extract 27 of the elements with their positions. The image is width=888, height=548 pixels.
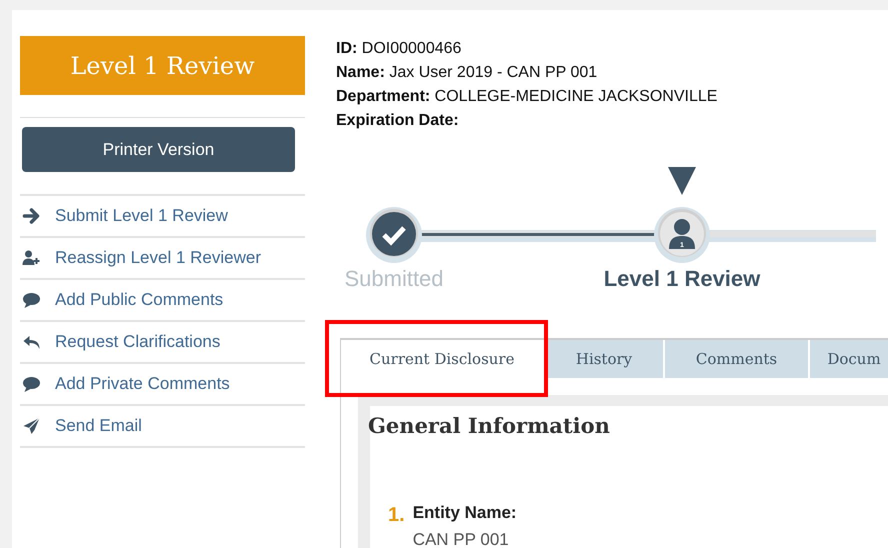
- detail-line: ID: DOI00000466: [336, 39, 462, 59]
- sidebar-action-link[interactable]: Send Email: [20, 406, 305, 448]
- step-label: Level 1 Review: [604, 265, 760, 293]
- user-plus-icon: [22, 249, 41, 267]
- page-title: Level 1 Review: [20, 36, 305, 95]
- paper-plane-icon: [22, 417, 41, 435]
- sidebar-action-link[interactable]: Add Public Comments: [20, 280, 305, 322]
- sidebar-action-link[interactable]: Request Clarifications: [20, 322, 305, 364]
- detail-line: Expiration Date:: [336, 111, 460, 131]
- tab[interactable]: History: [545, 340, 665, 378]
- answer-text: CAN PP 001: [412, 529, 510, 548]
- printer-version-button[interactable]: Printer Version: [22, 127, 295, 172]
- sidebar-action-link[interactable]: Add Private Comments: [20, 364, 305, 406]
- arrow-right-icon: [22, 207, 41, 225]
- tab[interactable]: Comments: [665, 340, 810, 378]
- section-title: General Information: [368, 412, 611, 440]
- question-number: 1.: [388, 502, 405, 528]
- tab[interactable]: Docum: [810, 340, 888, 378]
- step-label: Submitted: [344, 265, 444, 293]
- detail-line: Name: Jax User 2019 - CAN PP 001: [336, 63, 598, 83]
- reply-arrow-icon: [22, 333, 41, 351]
- sidebar-action-link[interactable]: Submit Level 1 Review: [20, 196, 305, 238]
- speech-bubble-icon: [22, 375, 41, 393]
- question-label: Entity Name:: [412, 502, 517, 524]
- sidebar-action-link[interactable]: Reassign Level 1 Reviewer: [20, 238, 305, 280]
- speech-bubble-icon: [22, 291, 41, 309]
- detail-line: Department: COLLEGE-MEDICINE JACKSONVILLE: [336, 87, 718, 107]
